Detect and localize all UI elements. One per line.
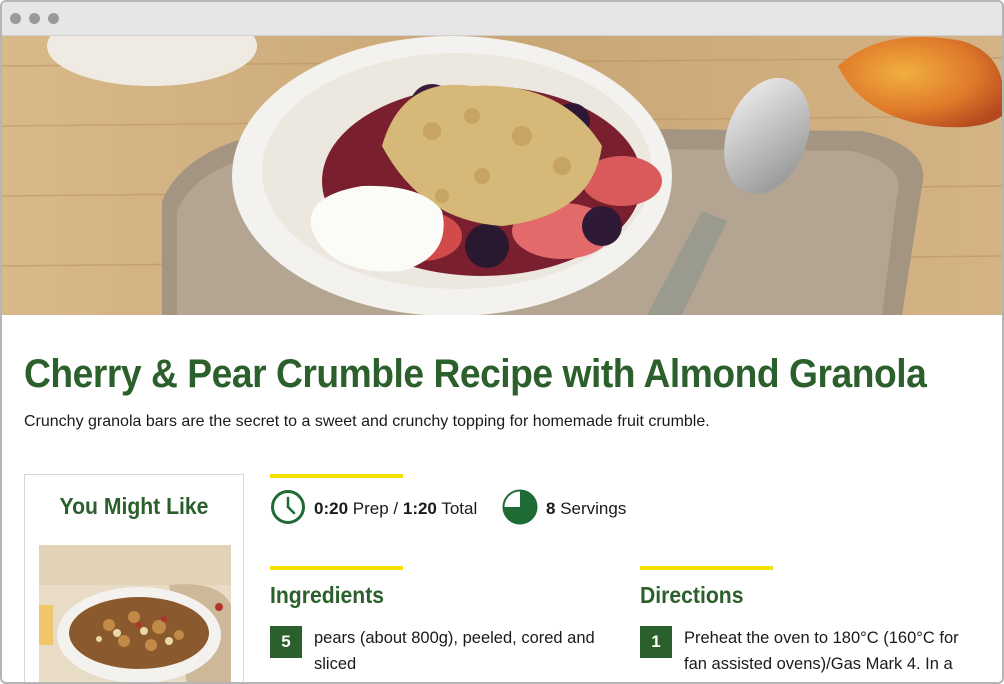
you-might-like-panel: You Might Like: [24, 474, 244, 682]
recipe-description: Crunchy granola bars are the secret to a…: [24, 413, 710, 430]
ingredient-item: 5 pears (about 800g), peeled, cored and …: [270, 626, 620, 677]
ingredients-accent-bar: [270, 566, 403, 570]
servings-label: Servings: [560, 499, 627, 518]
browser-window: Cherry & Pear Crumble Recipe with Almond…: [0, 0, 1004, 684]
time-info: 0:20 Prep / 1:20 Total: [270, 489, 478, 530]
clock-icon: [270, 489, 306, 530]
servings-value: 8: [546, 499, 556, 518]
ingredients-heading: Ingredients: [270, 582, 385, 608]
servings-info: 8 Servings: [502, 489, 627, 530]
recipe-title: Cherry & Pear Crumble Recipe with Almond…: [24, 352, 927, 396]
prep-time-value: 0:20: [314, 499, 349, 518]
prep-label: Prep /: [352, 499, 399, 518]
granola-thumbnail[interactable]: [39, 545, 231, 682]
title-bar: [2, 2, 1002, 36]
total-label: Total: [441, 499, 478, 518]
ingredient-qty-badge: 5: [270, 626, 302, 658]
hero-image: [2, 36, 1002, 315]
meta-accent-bar: [270, 474, 403, 478]
step-number-badge: 1: [640, 626, 672, 658]
total-time-value: 1:20: [402, 499, 437, 518]
pie-servings-icon: [502, 489, 538, 530]
step-text: Preheat the oven to 180°C (160°C for fan…: [684, 629, 959, 673]
directions-heading: Directions: [640, 582, 744, 608]
maximize-button[interactable]: [48, 13, 59, 24]
direction-step: 1 Preheat the oven to 180°C (160°C for f…: [640, 626, 980, 677]
directions-accent-bar: [640, 566, 773, 570]
minimize-button[interactable]: [29, 13, 40, 24]
you-might-like-title: You Might Like: [59, 493, 209, 519]
close-button[interactable]: [10, 13, 21, 24]
ingredient-text: pears (about 800g), peeled, cored and sl…: [314, 629, 595, 673]
